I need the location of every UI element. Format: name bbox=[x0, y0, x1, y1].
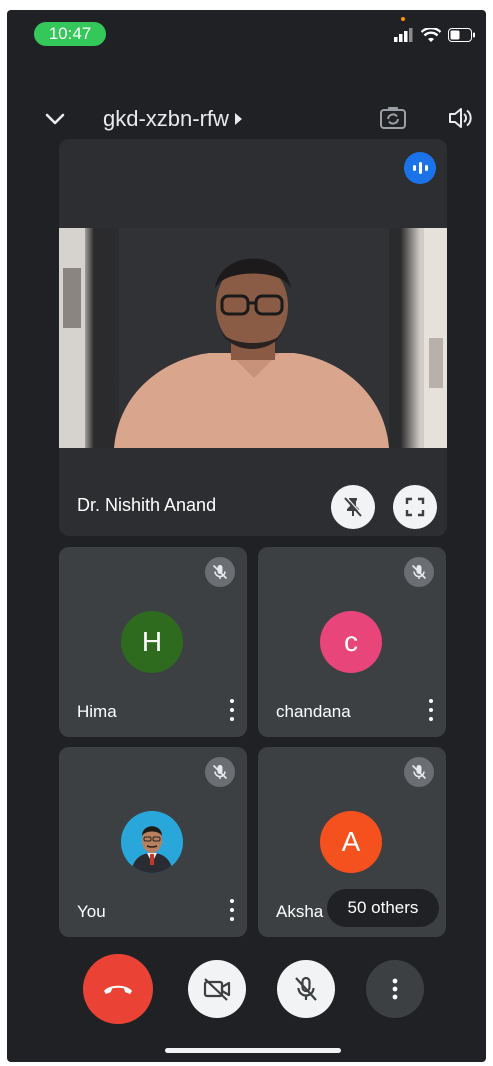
user-photo bbox=[121, 811, 183, 873]
fullscreen-button[interactable] bbox=[393, 485, 437, 529]
meeting-code: gkd-xzbn-rfw bbox=[103, 106, 229, 131]
meeting-title[interactable]: gkd-xzbn-rfw bbox=[103, 105, 242, 133]
mic-off-icon bbox=[205, 557, 235, 587]
unpin-icon bbox=[344, 496, 363, 517]
main-speaker-name: Dr. Nishith Anand bbox=[77, 495, 217, 515]
status-time: 10:47 bbox=[34, 22, 106, 46]
meet-screen: 10:47 gkd-xzbn-rfw Dr. Nishith Anand H H… bbox=[7, 10, 486, 1062]
mic-indicator-dot bbox=[401, 17, 405, 21]
battery-icon bbox=[448, 28, 475, 42]
mic-off-icon bbox=[404, 757, 434, 787]
speaker-icon[interactable] bbox=[447, 105, 473, 131]
avatar: H bbox=[121, 611, 183, 673]
switch-camera-icon[interactable] bbox=[379, 104, 407, 132]
fullscreen-icon bbox=[405, 497, 425, 517]
participant-tile[interactable]: You bbox=[59, 747, 247, 937]
participant-name: Aksha bbox=[276, 902, 324, 921]
participant-tile[interactable]: c chandana bbox=[258, 547, 446, 737]
speaker-video bbox=[59, 228, 447, 448]
mic-off-icon bbox=[404, 557, 434, 587]
wifi-icon bbox=[421, 27, 441, 42]
more-options-button[interactable] bbox=[366, 960, 424, 1018]
camera-toggle-button[interactable] bbox=[188, 960, 246, 1018]
caret-right-icon bbox=[234, 113, 242, 125]
others-count-badge[interactable]: 50 others bbox=[327, 889, 439, 927]
mic-off-icon bbox=[295, 976, 317, 1001]
mic-off-icon bbox=[205, 757, 235, 787]
avatar: c bbox=[320, 611, 382, 673]
avatar-photo bbox=[121, 811, 183, 873]
chevron-down-icon[interactable] bbox=[42, 106, 68, 132]
mic-toggle-button[interactable] bbox=[277, 960, 335, 1018]
signal-icon bbox=[394, 28, 413, 42]
more-options-button[interactable] bbox=[227, 697, 237, 723]
participant-tile[interactable]: H Hima bbox=[59, 547, 247, 737]
participant-name: Hima bbox=[77, 702, 117, 721]
speaking-indicator-icon bbox=[404, 152, 436, 184]
camera-off-icon bbox=[203, 978, 231, 1001]
participant-tile[interactable]: A Aksha 50 others bbox=[258, 747, 446, 937]
participant-name: chandana bbox=[276, 702, 351, 721]
main-speaker-tile[interactable]: Dr. Nishith Anand bbox=[59, 139, 447, 536]
home-indicator[interactable] bbox=[165, 1048, 341, 1053]
end-call-button[interactable] bbox=[83, 954, 153, 1024]
status-icons bbox=[394, 24, 476, 46]
avatar: A bbox=[320, 811, 382, 873]
unpin-button[interactable] bbox=[331, 485, 375, 529]
hang-up-icon bbox=[104, 985, 132, 994]
participant-name: You bbox=[77, 902, 106, 921]
more-vert-icon bbox=[392, 978, 398, 1000]
more-options-button[interactable] bbox=[426, 697, 436, 723]
speaker-video-image bbox=[59, 228, 447, 448]
more-options-button[interactable] bbox=[227, 897, 237, 923]
